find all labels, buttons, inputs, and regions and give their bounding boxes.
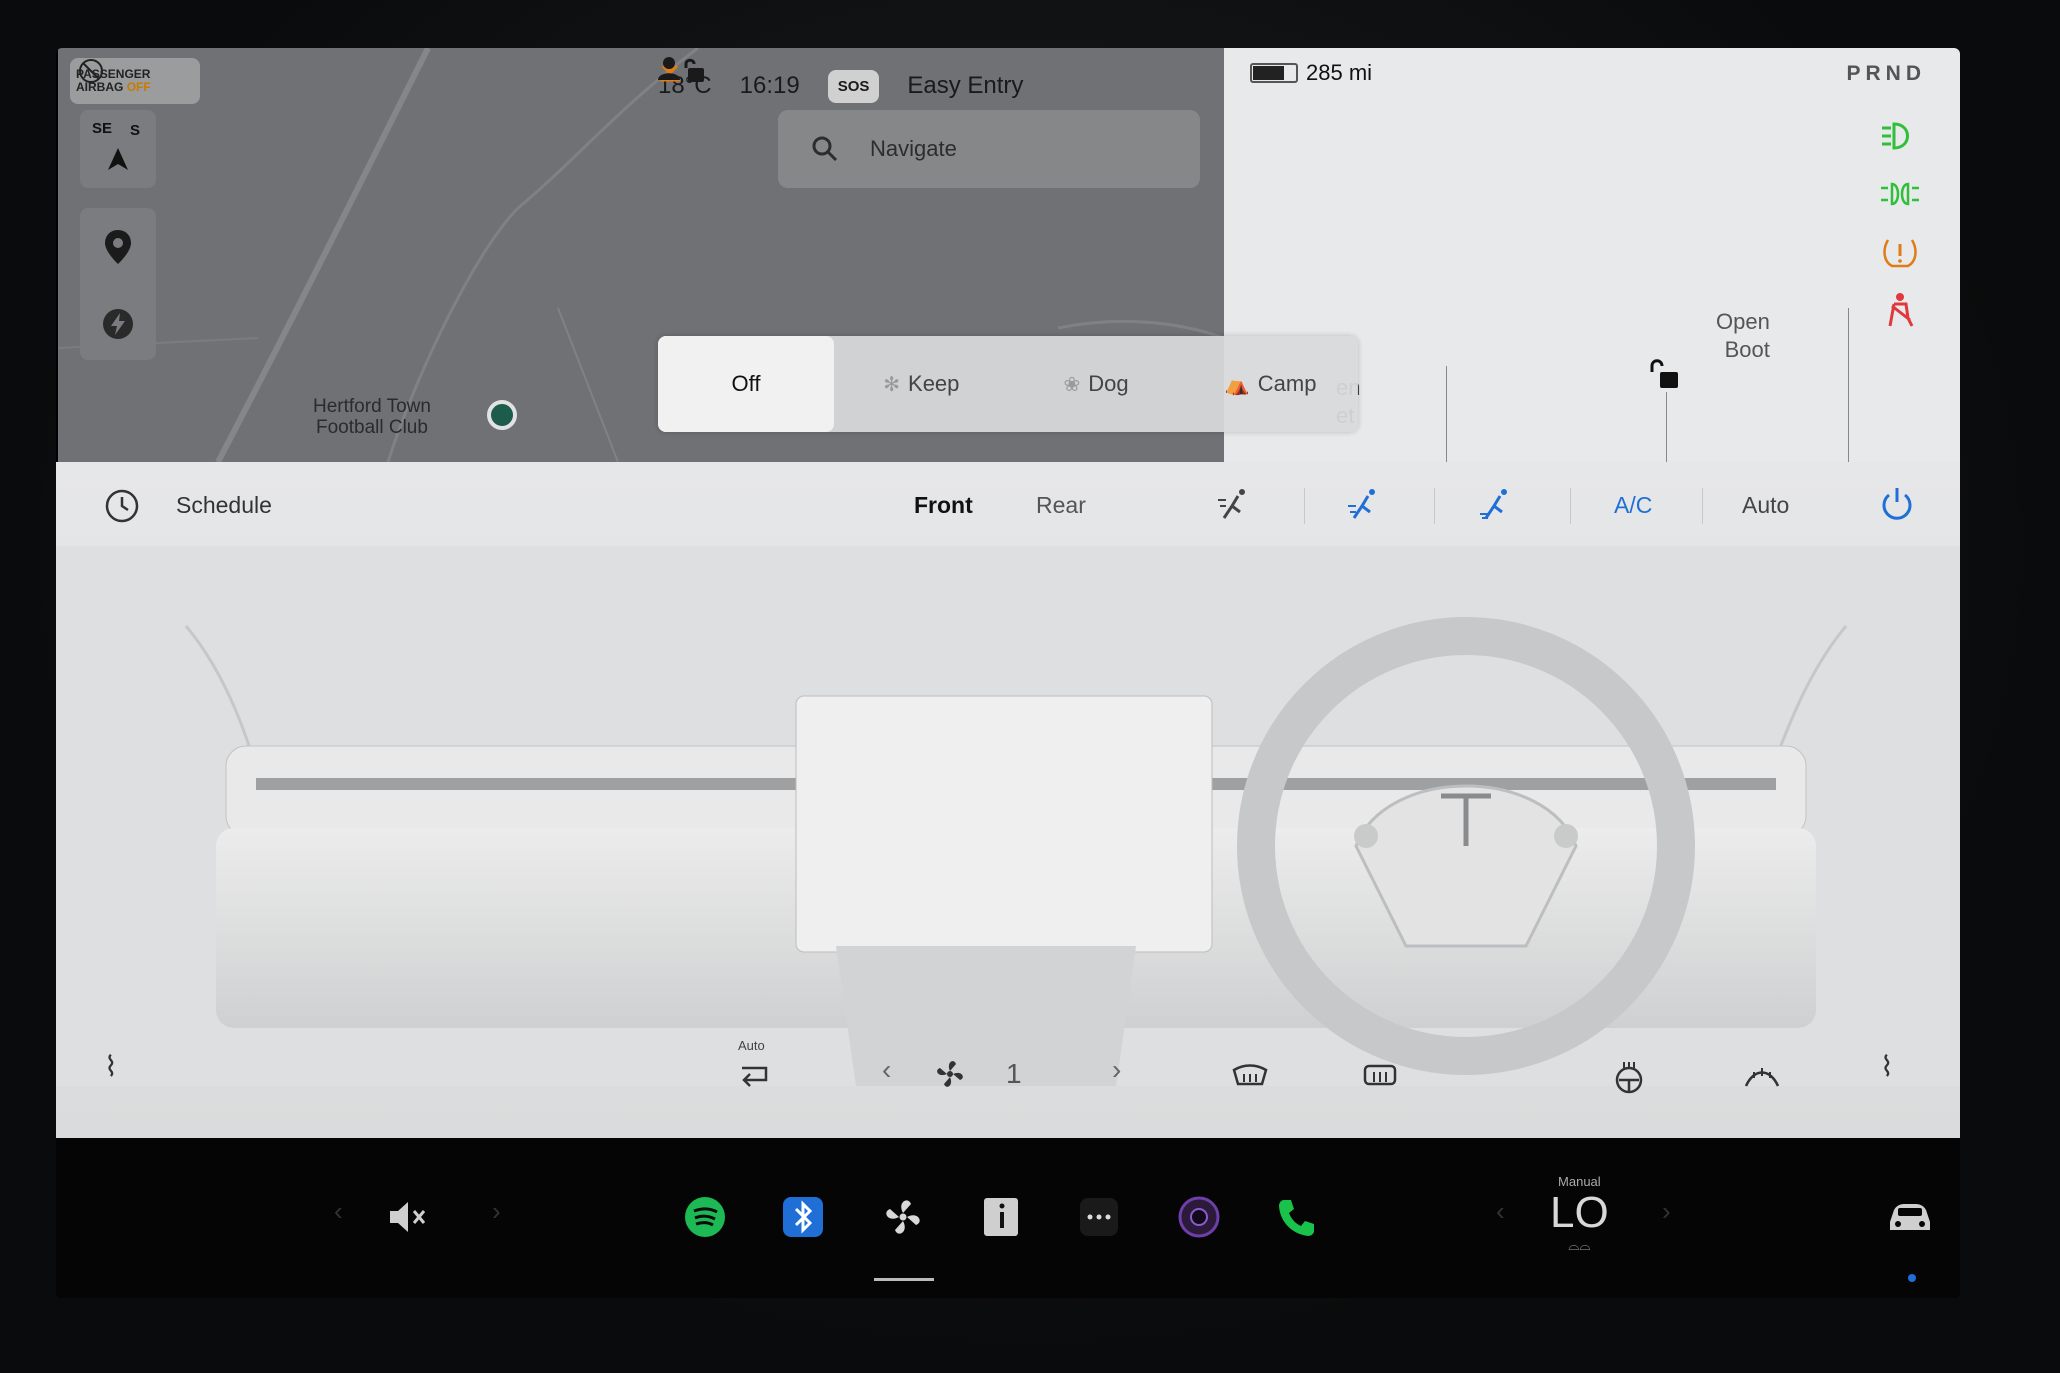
compass-label-se: SE — [92, 120, 113, 137]
heading-arrow-icon — [108, 148, 128, 170]
unlock-icon[interactable] — [1648, 356, 1682, 392]
divider — [1702, 488, 1703, 524]
mode-off[interactable]: Off — [658, 336, 834, 432]
sos-button[interactable]: SOS — [827, 69, 880, 103]
airbag-state: OFF — [126, 80, 151, 94]
active-app-indicator — [874, 1278, 934, 1281]
profile-name: Easy Entry — [907, 72, 1024, 99]
map-tools — [80, 208, 156, 360]
airflow-feet-icon[interactable] — [1478, 486, 1514, 522]
volume-down-icon[interactable]: ‹ — [334, 1196, 343, 1227]
tab-front[interactable]: Front — [914, 492, 973, 519]
gear-selector: PRND — [1846, 62, 1926, 85]
recirculation-icon[interactable] — [738, 1060, 774, 1088]
rear-defrost-icon[interactable] — [1362, 1062, 1398, 1092]
more-apps-icon[interactable] — [1076, 1194, 1122, 1240]
spotify-icon[interactable] — [682, 1194, 728, 1240]
temp-value: LO — [1550, 1188, 1609, 1237]
driver-profile[interactable]: Easy Entry — [658, 57, 1024, 100]
mode-camp[interactable]: ⛺ Camp — [1183, 336, 1358, 432]
seat-heater-right-icon[interactable]: ⌇ — [1880, 1050, 1894, 1083]
divider — [1304, 488, 1305, 524]
car-active-dot — [1908, 1274, 1916, 1282]
mode-dog[interactable]: ❀ Dog — [1009, 336, 1184, 432]
navigate-placeholder: Navigate — [870, 136, 957, 161]
range-value: 285 mi — [1306, 60, 1373, 85]
boot-pointer-line — [1848, 308, 1849, 462]
dock-bar: ‹ › ‹ Manual LO ⌓⌓ › — [56, 1138, 1960, 1298]
door-pointer-line — [1666, 392, 1667, 462]
poi-label[interactable]: Hertford Town Football Club — [313, 396, 431, 438]
seatbelt-warning-icon — [1888, 293, 1914, 327]
paw-icon: ❀ — [1063, 373, 1081, 396]
tab-rear[interactable]: Rear — [1036, 492, 1086, 519]
airbag-icon — [79, 59, 103, 83]
power-icon[interactable] — [1880, 486, 1914, 522]
airflow-body-icon[interactable] — [1346, 486, 1382, 522]
headlight-icon — [1882, 122, 1909, 150]
seat-heater-left-icon[interactable]: ⌇ — [104, 1050, 118, 1083]
bluetooth-icon[interactable] — [780, 1194, 826, 1240]
auto-button[interactable]: Auto — [1742, 492, 1789, 519]
manual-icon[interactable] — [978, 1194, 1024, 1240]
clock-icon[interactable] — [104, 488, 140, 524]
climate-panel: Schedule Front Rear A/C Auto ⌇ Auto ‹ 1 … — [56, 462, 1960, 1138]
fan-speed: 1 — [1006, 1058, 1022, 1089]
poi-marker-icon[interactable] — [487, 400, 517, 430]
airflow-face-icon[interactable] — [1216, 486, 1252, 522]
divider — [1434, 488, 1435, 524]
battery-range: 285 mi — [1250, 60, 1372, 86]
climate-bottom-controls: ⌇ Auto ‹ 1 › ⌇ — [56, 1032, 1960, 1132]
fan-icon — [937, 1061, 963, 1087]
frunk-pointer-line — [1446, 366, 1447, 462]
lock-icon[interactable] — [680, 56, 706, 84]
open-boot-button[interactable]: Open Boot — [1716, 308, 1770, 364]
wiper-heater-icon[interactable] — [1744, 1062, 1780, 1092]
passenger-airbag-indicator: PASSENGER AIRBAG OFF — [70, 58, 200, 104]
schedule-button[interactable]: Schedule — [176, 492, 272, 519]
touchscreen: PASSENGER AIRBAG OFF SE S Hertford Town … — [56, 48, 1960, 1298]
volume-up-icon[interactable]: › — [492, 1196, 501, 1227]
clock: 16:19 — [739, 72, 800, 99]
front-defrost-icon[interactable] — [1232, 1062, 1268, 1092]
climate-fan-icon[interactable] — [880, 1194, 926, 1240]
charging-icon[interactable] — [102, 308, 134, 340]
temp-mode-label: Manual — [1558, 1174, 1601, 1189]
cabin-temperature-control[interactable]: Manual LO ⌓⌓ — [1550, 1174, 1609, 1254]
search-icon — [812, 136, 838, 162]
pin-icon[interactable] — [105, 230, 131, 264]
person-icon — [658, 57, 680, 80]
compass-button[interactable]: SE S — [80, 110, 156, 188]
recirc-mode-label: Auto — [738, 1038, 765, 1053]
cabin-illustration — [56, 546, 1960, 1086]
temp-increase-icon[interactable]: › — [1662, 1196, 1671, 1227]
status-bar: 18°C 16:19 SOS Easy Entry — [658, 56, 1023, 116]
temp-decrease-icon[interactable]: ‹ — [1496, 1196, 1505, 1227]
fan-icon: ✻ — [883, 373, 901, 396]
compass-label-s: S — [130, 122, 141, 139]
steering-heater-icon[interactable] — [1612, 1060, 1646, 1094]
climate-mode-selector: Off ✻ Keep ❀ Dog ⛺ Camp — [658, 336, 1358, 432]
phone-icon[interactable] — [1274, 1194, 1320, 1240]
tyre-pressure-icon — [1883, 239, 1917, 268]
parking-lights-icon — [1881, 182, 1919, 206]
divider — [1570, 488, 1571, 524]
climate-toolbar: Schedule Front Rear A/C Auto — [56, 462, 1960, 546]
navigate-search-input[interactable]: Navigate — [778, 110, 1200, 188]
car-icon[interactable] — [1884, 1194, 1936, 1240]
mute-icon[interactable] — [384, 1194, 430, 1240]
ac-button[interactable]: A/C — [1614, 492, 1652, 519]
fan-decrease-icon[interactable]: ‹ — [882, 1054, 891, 1086]
defrost-mini-icon: ⌓⌓ — [1568, 1237, 1591, 1253]
mode-keep[interactable]: ✻ Keep — [834, 336, 1009, 432]
tent-icon: ⛺ — [1224, 373, 1250, 396]
fan-increase-icon[interactable]: › — [1112, 1054, 1121, 1086]
battery-icon — [1250, 63, 1298, 83]
camera-icon[interactable] — [1176, 1194, 1222, 1240]
